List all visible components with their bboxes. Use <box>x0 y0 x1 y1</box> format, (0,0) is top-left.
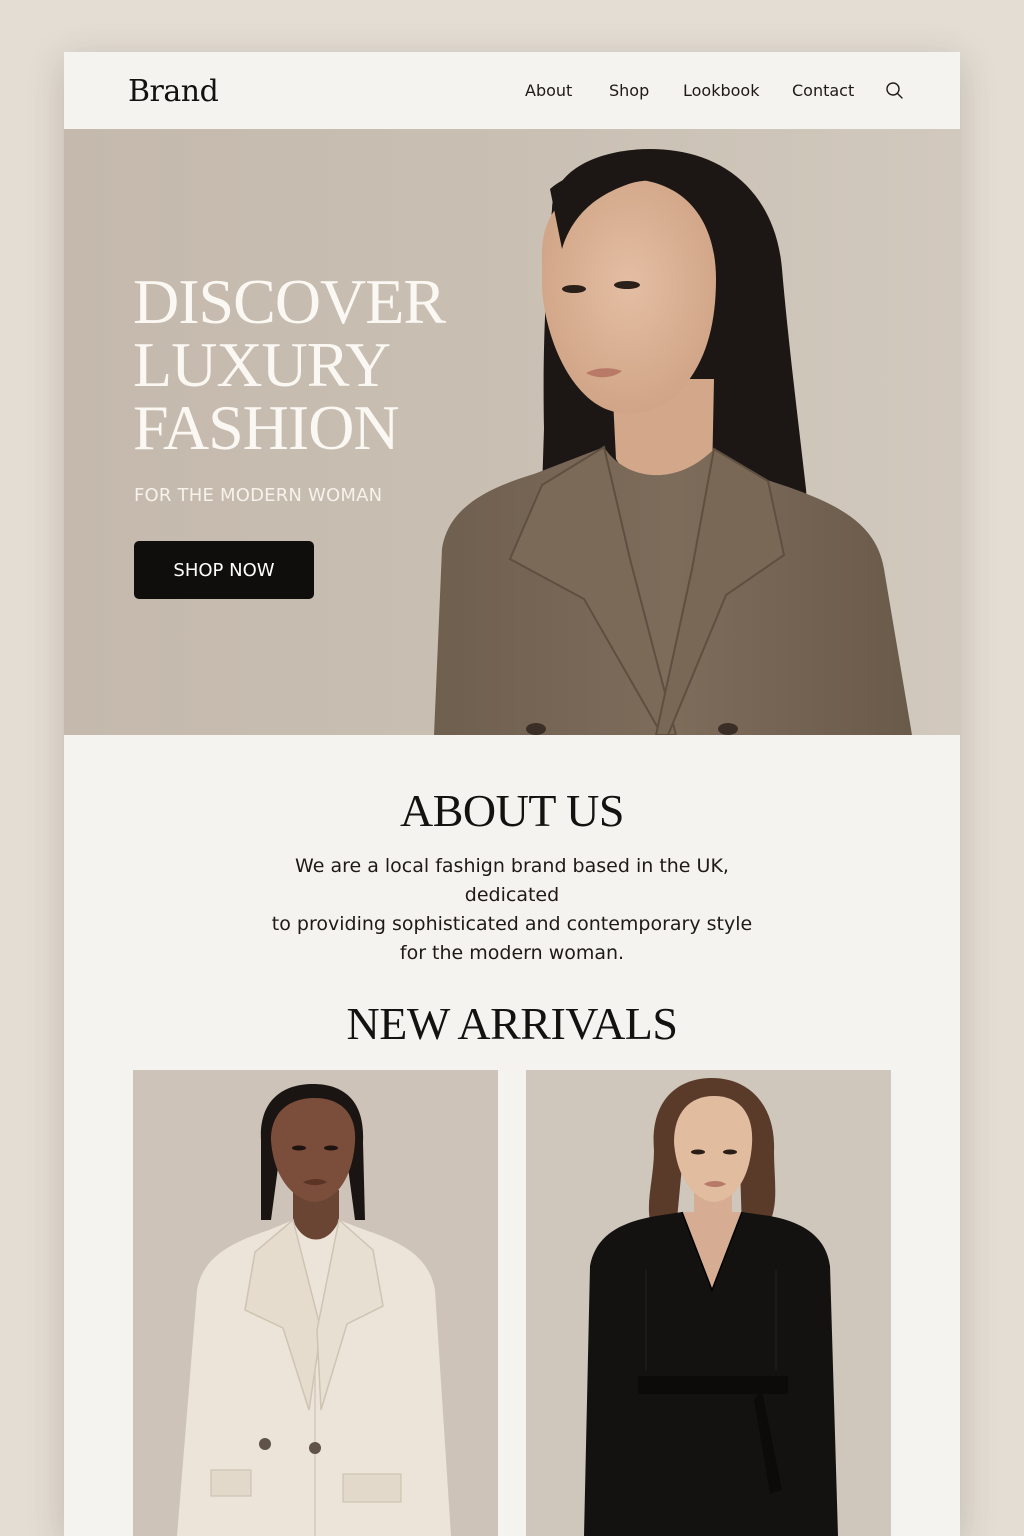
page-frame: Brand About Shop Lookbook Contact DISCOV… <box>64 52 960 1536</box>
about-line-2: to providing sophisticated and contempor… <box>271 913 753 935</box>
hero-subtitle: FOR THE MODERN WOMAN <box>134 485 383 506</box>
new-arrivals-title: NEW ARRIVALS <box>346 998 678 1049</box>
about-line-1: We are a local fashign brand based in th… <box>295 855 729 906</box>
hero-title: DISCOVER LUXURY FASHION <box>133 270 533 460</box>
product-card-cream-blazer[interactable] <box>133 1070 498 1536</box>
hero-banner: DISCOVER LUXURY FASHION FOR THE MODERN WOM… <box>64 129 960 735</box>
product-image-black-wrap-dress <box>584 1078 838 1536</box>
brand-logo[interactable]: Brand <box>128 74 219 109</box>
search-button[interactable] <box>884 80 906 102</box>
shop-now-button[interactable]: SHOP NOW <box>134 541 314 599</box>
hero-title-line-3: FASHION <box>133 392 400 463</box>
nav-contact[interactable]: Contact <box>792 81 854 100</box>
about-text: We are a local fashign brand based in th… <box>254 852 770 968</box>
search-icon <box>886 82 903 99</box>
hero-title-line-2: LUXURY <box>133 329 391 400</box>
nav-shop[interactable]: Shop <box>609 81 649 100</box>
hero-title-line-1: DISCOVER <box>133 266 446 337</box>
product-image-cream-blazer <box>177 1084 451 1536</box>
about-line-3: for the modern woman. <box>399 942 625 964</box>
about-title: ABOUT US <box>400 785 624 836</box>
nav-about[interactable]: About <box>525 81 572 100</box>
nav-lookbook[interactable]: Lookbook <box>683 81 759 100</box>
site-header: Brand About Shop Lookbook Contact <box>64 52 960 129</box>
product-card-black-wrap-dress[interactable] <box>526 1070 891 1536</box>
